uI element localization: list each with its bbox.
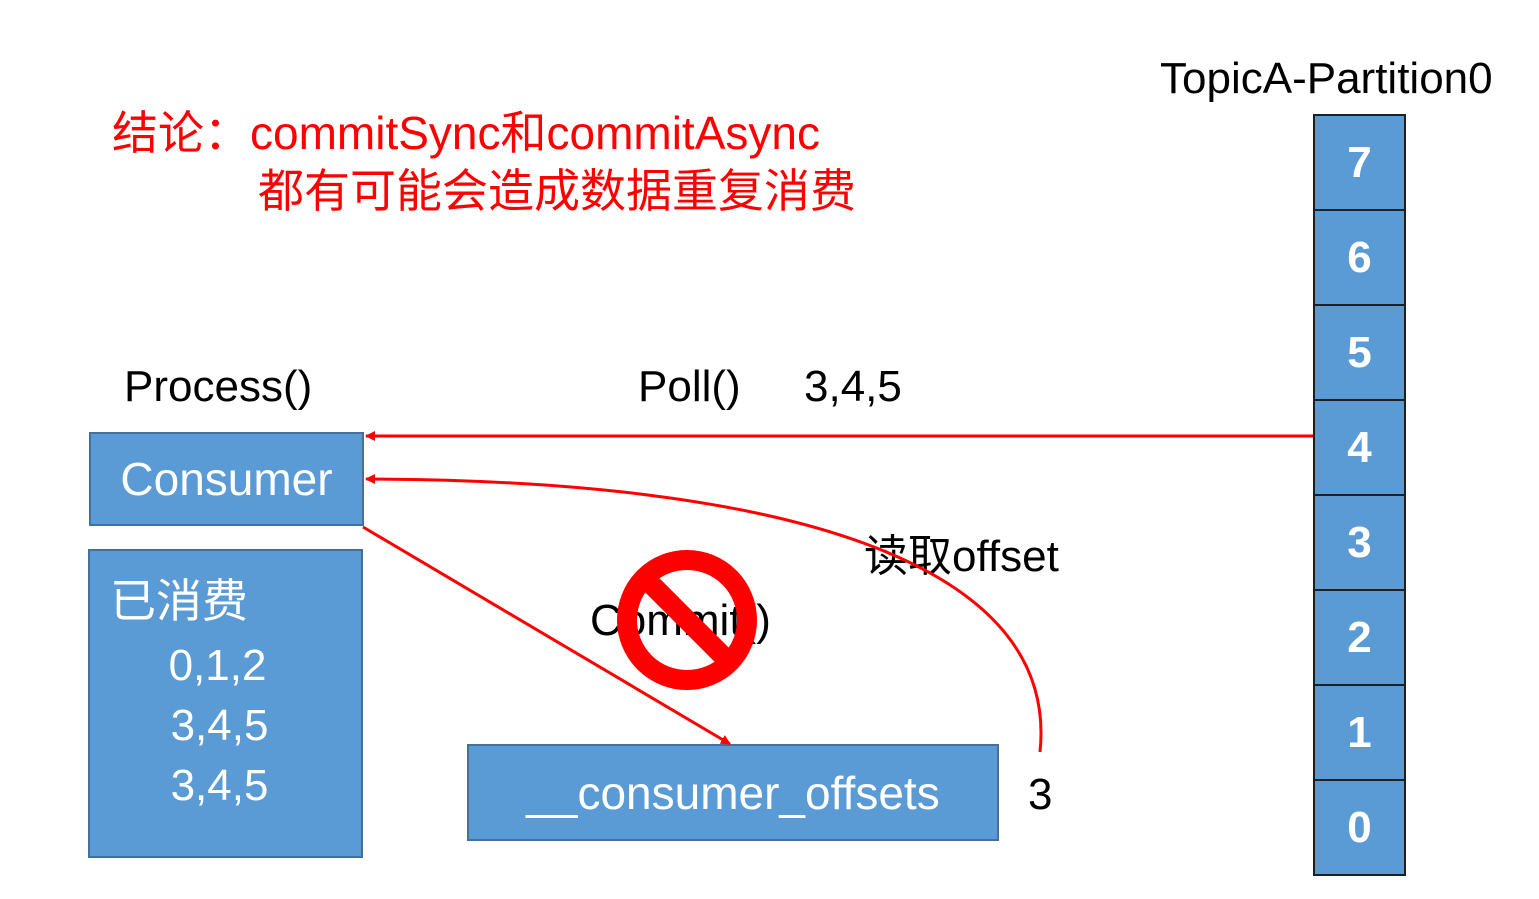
diagram-arrows [362,431,1313,753]
read-offset-arrow [365,474,1043,753]
prohibited-icon [617,550,757,690]
